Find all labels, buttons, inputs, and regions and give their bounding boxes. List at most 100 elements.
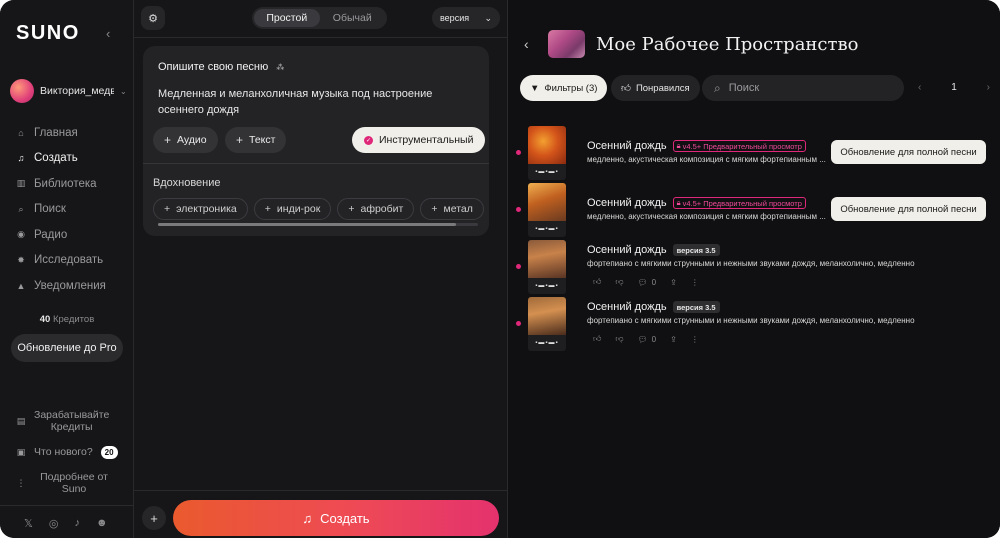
thumbs-up-icon: 👍︎ [621,83,631,94]
home-icon: ⌂ [18,127,24,138]
prev-page-icon[interactable]: ‹ [918,82,921,93]
add-audio-button[interactable]: + Аудио [153,127,218,153]
song-title-row: Осенний дождь версия 3.5 [587,301,720,313]
x-icon[interactable]: 𝕏 [24,517,33,530]
preview-badge-label: v4.5+ Предварительный просмотр [682,141,802,151]
song-cover[interactable]: ▪▬▪▬▪ [528,240,566,294]
song-title[interactable]: Осенний дождь [587,244,667,256]
upgrade-full-song-button[interactable]: Обновление для полной песни [831,197,986,221]
sidebar-item-label: Радио [34,228,68,241]
lock-icon: 🔒︎ [676,198,681,207]
sidebar-item-radio[interactable]: ◉ Радио [16,222,106,248]
mode-custom-tab[interactable]: Обычай [320,9,386,27]
sidebar-item-search[interactable]: ⌕ Поиск [16,197,106,223]
comment-icon[interactable]: 💬︎ [638,335,648,344]
version-select[interactable]: версия ⌄ [432,7,500,29]
sidebar-item-home[interactable]: ⌂ Главная [16,120,106,146]
song-cover[interactable]: ▪▬▪▬▪ [528,297,566,351]
earn-credits-link[interactable]: ▤ Зарабатывайте Кредиты [16,408,126,434]
song-title[interactable]: Осенний дождь [587,301,667,313]
inspiration-tag[interactable]: + электроника [153,198,248,220]
mode-toggle: Простой Обычай [252,7,387,29]
thumbs-up-icon[interactable]: 👍︎ [593,277,601,287]
comment-icon[interactable]: 💬︎ [638,278,648,287]
inspiration-tag[interactable]: + инди-рок [253,198,332,220]
inspiration-tag[interactable]: + афробит [337,198,415,220]
lock-icon: 🔒︎ [676,141,681,150]
song-row[interactable]: ▪▬▪▬▪ Осенний дождь версия 3.5 фортепиан… [508,297,1000,353]
describe-song-label: Опишите свою песню [158,61,269,73]
back-arrow-icon[interactable]: ‹ [524,36,529,52]
song-row[interactable]: ▪▬▪▬▪ Осенний дождь 🔒︎ v4.5+ Предваритель… [508,183,1000,239]
user-menu[interactable]: Виктория_медв ⌄ [10,79,128,103]
sidebar-item-create[interactable]: ♫ Создать [16,146,106,172]
discord-icon[interactable]: ☻ [96,517,108,530]
workspace-title: Мое Рабочее Пространство [596,34,859,55]
tag-label: афробит [360,203,404,215]
music-note-icon: ♫ [17,153,25,164]
avatar [10,79,34,103]
waveform-icon: ▪▬▪▬▪ [528,278,566,294]
plus-icon: + [348,203,355,215]
thumbs-down-icon[interactable]: 👎︎ [615,334,623,344]
music-plus-icon: ♫ [302,510,313,526]
thumbs-down-icon[interactable]: 👎︎ [615,277,623,287]
song-row[interactable]: ▪▬▪▬▪ Осенний дождь версия 3.5 фортепиан… [508,240,1000,296]
inspiration-tags: + электроника + инди-рок + афробит + метал [153,198,484,220]
page-number[interactable]: 1 [951,82,957,93]
version-badge: версия 3.5 [672,301,720,313]
song-title[interactable]: Осенний дождь [587,140,667,152]
shuffle-icon[interactable]: ⁂ [276,63,284,72]
check-icon: ✓ [364,135,373,145]
plus-icon: + [164,133,172,147]
share-icon[interactable]: ⇪ [670,335,677,344]
inspiration-tag[interactable]: + метал [420,198,484,220]
gear-icon[interactable]: ⚙ [141,6,165,30]
sidebar: SUNO ‹ Виктория_медв ⌄ ⌂ Главная ♫ Созда… [0,0,134,538]
more-options-icon[interactable]: ⋮ [691,335,699,344]
song-cover[interactable]: ▪▬▪▬▪ [528,183,566,237]
tiktok-icon[interactable]: ♪ [74,517,80,530]
preview-badge: 🔒︎ v4.5+ Предварительный просмотр [672,140,806,152]
chevron-left-icon[interactable]: ‹ [106,26,110,41]
next-page-icon[interactable]: › [987,82,990,93]
unplayed-indicator [516,150,521,155]
whats-new-link[interactable]: ▣ Что нового? 20 [16,434,126,470]
add-button[interactable]: + [142,506,166,530]
instrumental-toggle[interactable]: ✓ Инструментальный [352,127,486,153]
sidebar-item-label: Создать [34,152,78,165]
more-from-suno-link[interactable]: ⋮ Подробнее от Suno [16,470,126,496]
chevron-down-icon: ⌄ [120,86,127,96]
tag-label: электроника [176,203,237,215]
library-icon: ▥ [16,178,26,189]
sidebar-item-explore[interactable]: ✸ Исследовать [16,248,106,274]
add-lyrics-button[interactable]: + Текст [225,127,287,153]
sidebar-footer-links: ▤ Зарабатывайте Кредиты ▣ Что нового? 20… [16,408,126,496]
tags-scrollbar-thumb[interactable] [158,223,456,226]
create-button-label: Создать [320,510,370,526]
instagram-icon[interactable]: ◎ [49,517,59,530]
song-row[interactable]: ▪▬▪▬▪ Осенний дождь 🔒︎ v4.5+ Предваритель… [508,126,1000,182]
create-button[interactable]: ♫ Создать [173,500,499,536]
filters-button[interactable]: ▼ Фильтры (3) [520,75,608,101]
sidebar-item-library[interactable]: ▥ Библиотека [16,171,106,197]
upgrade-full-song-button[interactable]: Обновление для полной песни [831,140,986,164]
song-actions: 👍︎ 👎︎ 💬︎ 0 ⇪ ⋮ [593,334,699,344]
sidebar-item-notifications[interactable]: ▲ Уведомления [16,273,106,299]
tags-scrollbar[interactable] [158,223,478,226]
workspace-search: ⌕ [702,75,904,101]
credits-counter: 40 Кредитов [0,314,134,325]
song-description-input[interactable]: Медленная и меланхоличная музыка под нас… [158,86,478,118]
song-title[interactable]: Осенний дождь [587,197,667,209]
song-cover[interactable]: ▪▬▪▬▪ [528,126,566,180]
more-options-icon[interactable]: ⋮ [691,278,699,287]
suno-logo[interactable]: SUNO [16,22,80,45]
thumbs-up-icon[interactable]: 👍︎ [593,334,601,344]
upgrade-pro-button[interactable]: Обновление до Pro [11,334,123,362]
liked-filter-button[interactable]: 👍︎ Понравился [611,75,700,101]
unplayed-indicator [516,321,521,326]
mode-simple-tab[interactable]: Простой [254,9,320,27]
search-input[interactable] [728,82,889,94]
song-description: медленно, акустическая композиция с мягк… [587,155,826,164]
share-icon[interactable]: ⇪ [670,278,677,287]
